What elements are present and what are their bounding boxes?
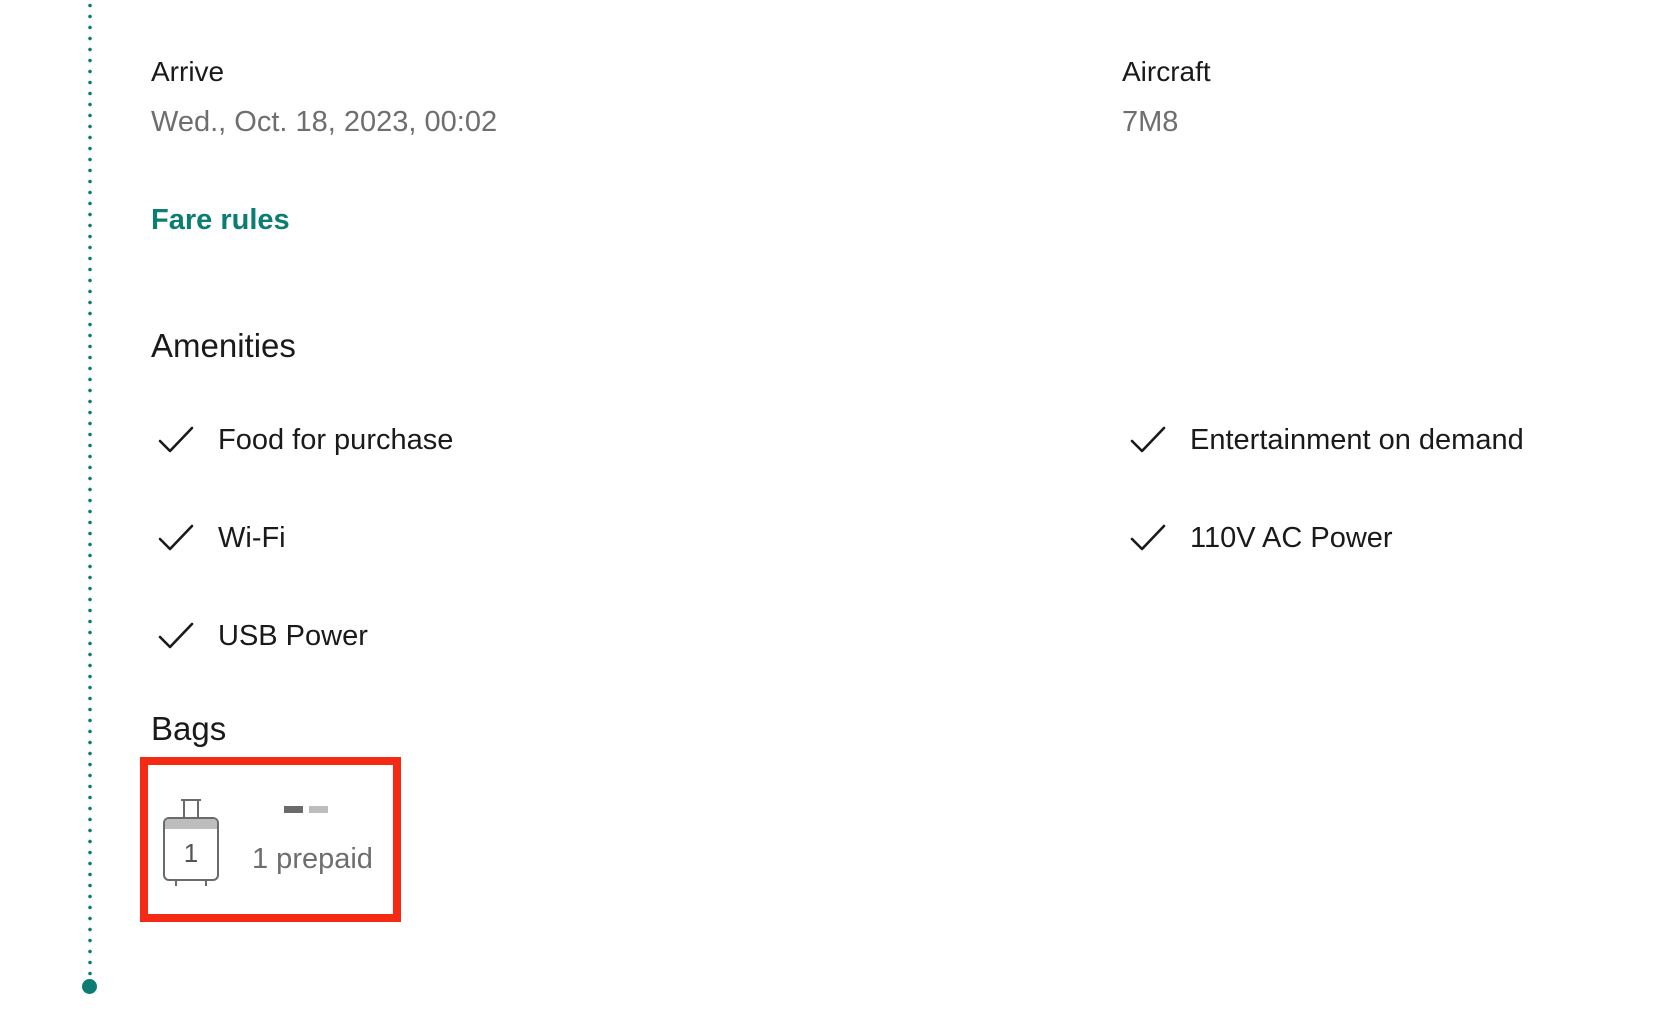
amenity-label: Wi-Fi (218, 521, 286, 554)
amenities-title: Amenities (151, 327, 296, 364)
arrive-datetime: Wed., Oct. 18, 2023, 00:02 (151, 106, 498, 138)
amenity-wi-fi: Wi-Fi (158, 518, 286, 558)
amenity-110v-ac-power: 110V AC Power (1130, 518, 1393, 558)
check-icon (158, 622, 194, 649)
bag-prepaid-status: 1 prepaid (252, 843, 373, 875)
itinerary-timeline (88, 0, 92, 978)
aircraft-label: Aircraft (1122, 56, 1211, 87)
aircraft-value: 7M8 (1122, 106, 1179, 138)
check-icon (158, 426, 194, 453)
check-icon (158, 524, 194, 551)
bags-title: Bags (151, 710, 227, 747)
check-icon (1130, 524, 1166, 551)
amenity-label: Entertainment on demand (1190, 423, 1524, 456)
arrive-label: Arrive (151, 56, 225, 87)
check-icon (1130, 426, 1166, 453)
timeline-end-dot (82, 979, 97, 994)
amenity-food-for-purchase: Food for purchase (158, 420, 453, 460)
fare-rules-link[interactable]: Fare rules (151, 204, 290, 237)
amenity-label: 110V AC Power (1190, 521, 1393, 554)
amenity-usb-power: USB Power (158, 616, 368, 656)
bag-count: 1 (183, 838, 199, 868)
amenity-label: Food for purchase (218, 423, 454, 456)
bag-progress-dashes (284, 806, 328, 814)
amenity-label: USB Power (218, 619, 368, 652)
amenity-entertainment-on-demand: Entertainment on demand (1130, 420, 1524, 460)
